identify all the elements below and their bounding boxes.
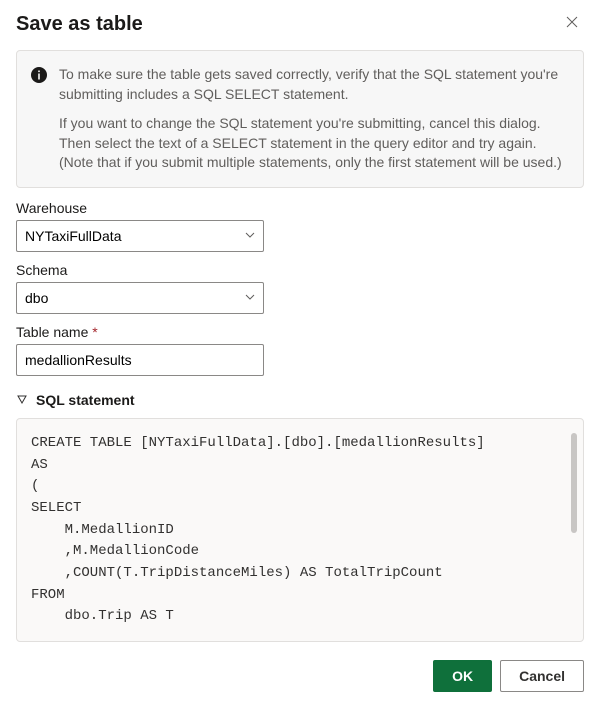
info-paragraph-2: If you want to change the SQL statement … [59, 114, 569, 173]
field-warehouse: Warehouse NYTaxiFullData [16, 200, 584, 252]
sql-preview: CREATE TABLE [NYTaxiFullData].[dbo].[med… [16, 418, 584, 642]
ok-button[interactable]: OK [433, 660, 492, 692]
info-banner: To make sure the table gets saved correc… [16, 50, 584, 188]
warehouse-select[interactable]: NYTaxiFullData [16, 220, 264, 252]
dialog-header: Save as table [16, 12, 584, 36]
field-tablename: Table name * [16, 324, 584, 376]
info-text: To make sure the table gets saved correc… [59, 65, 569, 173]
schema-select[interactable]: dbo [16, 282, 264, 314]
tablename-label: Table name * [16, 324, 584, 340]
sql-section-toggle[interactable]: SQL statement [16, 392, 584, 408]
sql-section-title: SQL statement [36, 392, 135, 408]
info-paragraph-1: To make sure the table gets saved correc… [59, 65, 569, 104]
sql-text: CREATE TABLE [NYTaxiFullData].[dbo].[med… [31, 433, 567, 627]
schema-label: Schema [16, 262, 584, 278]
required-asterisk: * [92, 324, 97, 340]
field-schema: Schema dbo [16, 262, 584, 314]
info-icon [31, 67, 47, 83]
close-icon [566, 15, 578, 33]
tablename-input[interactable] [16, 344, 264, 376]
dialog-footer: OK Cancel [16, 660, 584, 692]
collapse-icon [16, 392, 28, 408]
warehouse-label: Warehouse [16, 200, 584, 216]
scrollbar-thumb[interactable] [571, 433, 577, 533]
dialog-title: Save as table [16, 13, 143, 36]
cancel-button[interactable]: Cancel [500, 660, 584, 692]
close-button[interactable] [560, 12, 584, 36]
